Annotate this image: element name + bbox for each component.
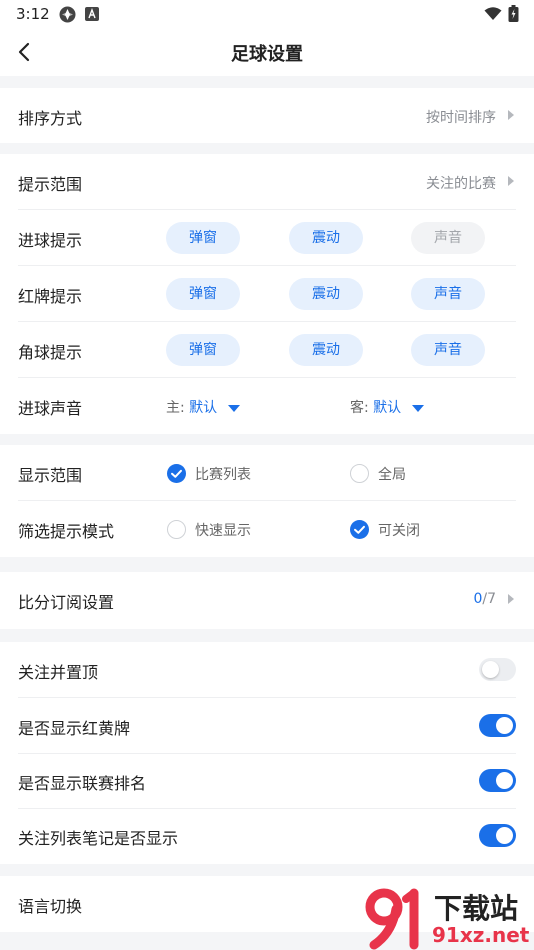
display-range-label: 显示范围 xyxy=(18,466,83,485)
a-notification-icon xyxy=(85,7,99,21)
watermark-logo: 下载站 91xz.net xyxy=(362,885,534,950)
goal-alert-label: 进球提示 xyxy=(18,231,83,250)
goal-sound-pill[interactable]: 声音 xyxy=(411,222,485,254)
home-prefix: 主: xyxy=(166,400,185,416)
show-cards-label: 是否显示红黄牌 xyxy=(18,719,131,738)
option-match-list[interactable]: 比赛列表 xyxy=(195,464,251,484)
toggle-row: 关注列表笔记是否显示 xyxy=(0,808,534,864)
watermark-domain: 91xz.net xyxy=(432,923,530,947)
corner-popup-pill[interactable]: 弹窗 xyxy=(166,334,240,366)
score-subscription-row[interactable]: 比分订阅设置 0/7 xyxy=(0,572,534,628)
toggle-row: 是否显示联赛排名 xyxy=(0,753,534,809)
goal-sound-row: 进球声音 主: 默认 客: 默认 xyxy=(0,378,534,434)
option-closable[interactable]: 可关闭 xyxy=(378,520,420,540)
display-range-row: 显示范围 比赛列表 全局 xyxy=(0,445,534,501)
red-card-alert-label: 红牌提示 xyxy=(18,287,83,306)
home-sound-select[interactable]: 主: 默认 xyxy=(166,397,240,417)
show-cards-toggle[interactable] xyxy=(479,714,516,737)
goal-vibrate-pill[interactable]: 震动 xyxy=(289,222,363,254)
option-global[interactable]: 全局 xyxy=(378,464,406,484)
app-header: 足球设置 xyxy=(0,28,534,76)
chevron-right-icon xyxy=(508,594,514,604)
red-card-alert-row: 红牌提示 弹窗 震动 声音 xyxy=(0,266,534,322)
show-league-rank-toggle[interactable] xyxy=(479,769,516,792)
show-league-rank-label: 是否显示联赛排名 xyxy=(18,774,147,793)
toggle-knob xyxy=(496,827,513,844)
goal-alert-row: 进球提示 弹窗 震动 声音 xyxy=(0,210,534,266)
display-section: 显示范围 比赛列表 全局 筛选提示模式 快速显示 可关闭 xyxy=(0,445,534,557)
toggles-section: 关注并置顶 是否显示红黄牌 是否显示联赛排名 关注列表笔记是否显示 xyxy=(0,642,534,864)
page-title: 足球设置 xyxy=(231,44,303,65)
toggle-knob xyxy=(496,717,513,734)
toggle-knob xyxy=(482,661,499,678)
away-sound-select[interactable]: 客: 默认 xyxy=(350,397,424,417)
app-notification-icon xyxy=(59,6,76,23)
corner-alert-row: 角球提示 弹窗 震动 声音 xyxy=(0,322,534,378)
corner-sound-pill[interactable]: 声音 xyxy=(411,334,485,366)
toggle-row: 关注并置顶 xyxy=(0,642,534,698)
watermark-brand: 下载站 xyxy=(434,892,519,925)
sort-value: 按时间排序 xyxy=(426,110,496,126)
goal-popup-pill[interactable]: 弹窗 xyxy=(166,222,240,254)
red-card-vibrate-pill[interactable]: 震动 xyxy=(289,278,363,310)
follow-pin-label: 关注并置顶 xyxy=(18,663,99,682)
sort-section: 排序方式 按时间排序 xyxy=(0,88,534,143)
subscription-count: 0/7 xyxy=(473,591,496,607)
subscription-total: /7 xyxy=(482,591,496,607)
alert-scope-label: 提示范围 xyxy=(18,175,83,194)
toggle-row: 是否显示红黄牌 xyxy=(0,698,534,754)
score-subscription-section: 比分订阅设置 0/7 xyxy=(0,572,534,629)
sort-row[interactable]: 排序方式 按时间排序 xyxy=(0,88,534,144)
radio-checked-icon[interactable] xyxy=(350,520,369,539)
radio-unchecked-icon[interactable] xyxy=(167,520,186,539)
score-subscription-label: 比分订阅设置 xyxy=(18,593,115,612)
radio-checked-icon[interactable] xyxy=(167,464,186,483)
option-quick-show[interactable]: 快速显示 xyxy=(195,520,251,540)
filter-mode-row: 筛选提示模式 快速显示 可关闭 xyxy=(0,501,534,557)
filter-mode-label: 筛选提示模式 xyxy=(18,522,115,541)
watermark-91-logo-icon xyxy=(365,888,419,950)
status-time: 3:12 xyxy=(16,5,50,23)
red-card-sound-pill[interactable]: 声音 xyxy=(411,278,485,310)
alert-scope-value: 关注的比赛 xyxy=(426,176,496,192)
language-label: 语言切换 xyxy=(18,897,83,916)
radio-unchecked-icon[interactable] xyxy=(350,464,369,483)
red-card-popup-pill[interactable]: 弹窗 xyxy=(166,278,240,310)
show-notes-toggle[interactable] xyxy=(479,824,516,847)
show-notes-label: 关注列表笔记是否显示 xyxy=(18,829,179,848)
caret-down-icon xyxy=(227,404,240,412)
battery-icon xyxy=(508,5,519,22)
status-bar: 3:12 xyxy=(0,0,534,28)
away-sound-value: 默认 xyxy=(373,400,402,416)
alert-scope-row[interactable]: 提示范围 关注的比赛 xyxy=(0,154,534,210)
goal-sound-label: 进球声音 xyxy=(18,399,83,418)
chevron-right-icon xyxy=(508,110,514,120)
away-prefix: 客: xyxy=(350,400,369,416)
chevron-right-icon xyxy=(508,176,514,186)
sort-label: 排序方式 xyxy=(18,109,83,128)
follow-pin-toggle[interactable] xyxy=(479,658,516,681)
alerts-section: 提示范围 关注的比赛 进球提示 弹窗 震动 声音 红牌提示 弹窗 震动 声音 角… xyxy=(0,154,534,434)
toggle-knob xyxy=(496,772,513,789)
wifi-icon xyxy=(484,7,502,20)
caret-down-icon xyxy=(411,404,424,412)
corner-alert-label: 角球提示 xyxy=(18,343,83,362)
corner-vibrate-pill[interactable]: 震动 xyxy=(289,334,363,366)
home-sound-value: 默认 xyxy=(189,400,218,416)
